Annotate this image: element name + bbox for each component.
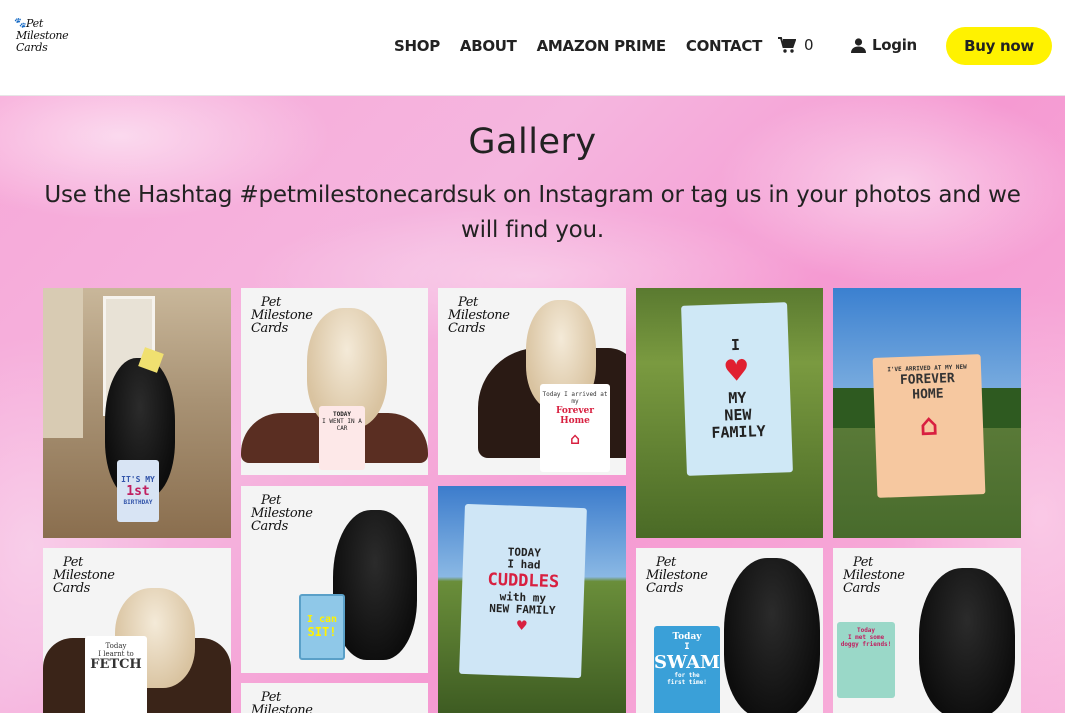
card-text: CUDDLES xyxy=(487,569,560,593)
watermark-text: Milestone xyxy=(251,703,313,713)
gallery-photo-6[interactable]: Pet Milestone Cards Today I learnt to FE… xyxy=(43,548,231,713)
heart-icon: ♥ xyxy=(516,615,527,636)
gallery-photo-3[interactable]: Pet Milestone Cards Today I arrived at m… xyxy=(438,288,626,475)
card-text: 1st xyxy=(126,483,150,499)
card-text: MY xyxy=(727,388,747,408)
card-text: first time! xyxy=(667,679,707,687)
card-text: SIT! xyxy=(307,624,337,639)
milestone-card: Today I arrived at my Forever Home ⌂ xyxy=(540,384,610,472)
card-text: FETCH xyxy=(90,657,142,673)
card-text: doggy friends! xyxy=(840,640,892,648)
gallery-photo-4[interactable]: I ♥ MY NEW FAMILY xyxy=(636,288,823,538)
milestone-card: Today I SWAM for the first time! xyxy=(654,626,720,713)
house-icon: ⌂ xyxy=(570,429,580,449)
gallery-photo-2[interactable]: Pet Milestone Cards TODAY I WENT IN A CA… xyxy=(241,288,428,475)
watermark-text: Cards xyxy=(843,581,880,596)
gallery-photo-10[interactable]: Pet Milestone Cards Today I met some dog… xyxy=(833,548,1021,713)
card-text: BIRTHDAY xyxy=(123,498,153,506)
card-text: Today I arrived at my xyxy=(542,391,608,405)
nav-amazon-prime[interactable]: AMAZON PRIME xyxy=(537,37,667,55)
watermark-text: Cards xyxy=(53,581,90,596)
login-link[interactable]: Login xyxy=(851,36,917,54)
milestone-card: I ♥ MY NEW FAMILY xyxy=(681,302,793,476)
user-icon xyxy=(851,37,866,53)
nav-contact[interactable]: CONTACT xyxy=(686,37,762,55)
cart-count: 0 xyxy=(804,36,814,54)
milestone-card: TODAY I WENT IN A CAR xyxy=(319,406,365,470)
gallery-photo-11[interactable]: Pet Milestone xyxy=(241,683,428,713)
milestone-card: Today I met some doggy friends! xyxy=(837,622,895,698)
gallery-photo-7[interactable]: Pet Milestone Cards I can SIT! xyxy=(241,486,428,673)
gallery-photo-8[interactable]: TODAY I had CUDDLES with my NEW FAMILY ♥ xyxy=(438,486,626,713)
card-text: SWAM xyxy=(654,651,720,673)
heart-icon: ♥ xyxy=(724,350,748,393)
gallery-hero: Gallery Use the Hashtag #petmilestonecar… xyxy=(0,96,1065,713)
card-text: HOME xyxy=(911,386,944,403)
site-header: 🐾 Pet Milestone Cards SHOP ABOUT AMAZON … xyxy=(0,0,1065,96)
nav-shop[interactable]: SHOP xyxy=(394,37,440,55)
site-logo[interactable]: 🐾 Pet Milestone Cards xyxy=(14,18,72,64)
main-nav: SHOP ABOUT AMAZON PRIME CONTACT xyxy=(394,33,782,59)
milestone-card: I'VE ARRIVED AT MY NEW FOREVER HOME ⌂ xyxy=(872,354,986,498)
house-icon: ⌂ xyxy=(919,407,939,444)
watermark-text: Cards xyxy=(646,581,683,596)
card-text: FAMILY xyxy=(711,422,766,443)
logo-line-3: Cards xyxy=(16,41,48,54)
nav-about[interactable]: ABOUT xyxy=(460,37,517,55)
milestone-card: I can SIT! xyxy=(299,594,345,660)
buy-now-button[interactable]: Buy now xyxy=(946,27,1052,65)
page-title: Gallery xyxy=(468,122,597,162)
milestone-card: Today I learnt to FETCH xyxy=(85,636,147,713)
login-label: Login xyxy=(872,36,917,54)
gallery-photo-5[interactable]: I'VE ARRIVED AT MY NEW FOREVER HOME ⌂ xyxy=(833,288,1021,538)
watermark-text: Cards xyxy=(448,321,485,336)
card-text: Forever Home xyxy=(555,405,595,427)
gallery-photo-9[interactable]: Pet Milestone Cards Today I SWAM for the… xyxy=(636,548,823,713)
milestone-card: IT'S MY 1st BIRTHDAY xyxy=(117,460,159,522)
gallery-photo-1[interactable]: IT'S MY 1st BIRTHDAY xyxy=(43,288,231,538)
watermark-text: Cards xyxy=(251,321,288,336)
card-text: Today xyxy=(672,632,702,642)
watermark-text: Cards xyxy=(251,519,288,534)
cart-link[interactable]: 0 xyxy=(778,36,814,54)
cart-icon xyxy=(778,37,796,53)
milestone-card: TODAY I had CUDDLES with my NEW FAMILY ♥ xyxy=(459,503,587,679)
card-text: I WENT IN A CAR xyxy=(322,417,362,432)
page-subtitle: Use the Hashtag #petmilestonecardsuk on … xyxy=(44,182,1021,243)
card-text: Today xyxy=(105,642,127,650)
